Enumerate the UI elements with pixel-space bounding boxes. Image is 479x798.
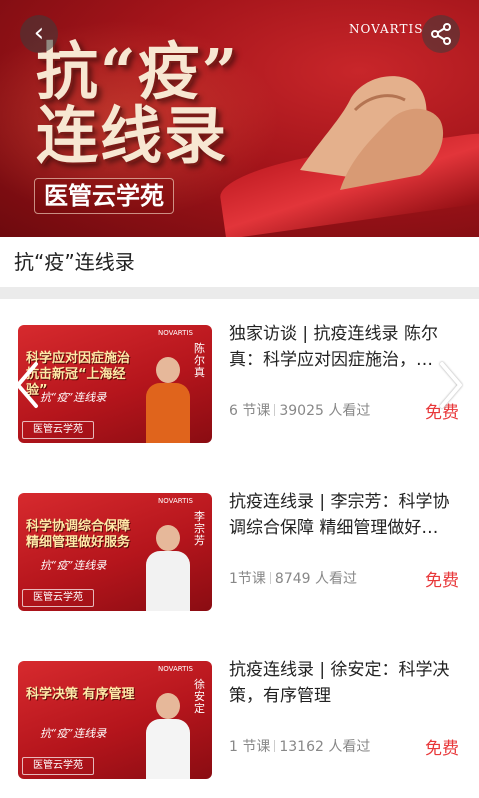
thumb-speaker-name: 徐安定 [194,678,205,715]
course-meta: 6 节课 39025 人看过 [229,400,370,420]
thumb-sponsor-logo: NOVARTIS [158,665,193,673]
banner-title-line1: 抗“疫” [36,35,240,108]
price-label: 免费 [425,739,459,759]
course-meta: 1节课 8749 人看过 [229,568,357,588]
series-title: 抗“疫”连线录 [0,237,479,287]
thumb-brand: 医管云学苑 [22,421,94,439]
chevron-right-icon [440,362,462,408]
course-series-page: 抗“疫” 连线录 医管云学苑 NOVARTIS ‹ 抗“疫”连线录 NOVART… [0,0,479,798]
share-button[interactable] [422,15,460,53]
banner-title: 抗“疫” 连线录 [36,40,239,168]
thumb-headline: 科学决策 有序管理 [26,687,135,702]
speaker-photo [146,349,190,443]
share-icon [431,23,451,45]
speaker-photo [146,685,190,779]
course-thumbnail[interactable]: NOVARTIS 科学协调综合保障 精细管理做好服务 抗“疫”连线录 医管云学苑… [18,493,212,611]
banner-title-line2: 连线录 [36,99,229,172]
thumb-brand: 医管云学苑 [22,757,94,775]
thumb-speaker-name: 李宗芳 [194,510,205,547]
banner-brand: 医管云学苑 [34,178,174,214]
thumb-sponsor-logo: NOVARTIS [158,497,193,505]
course-item[interactable]: NOVARTIS 科学应对因症施治 抗击新冠“上海经验” 抗“疫”连线录 医管云… [0,299,479,467]
thumb-headline: 科学协调综合保障 精细管理做好服务 [26,519,131,550]
course-title[interactable]: 抗疫连线录 | 徐安定：科学决策，有序管理 [229,657,465,711]
thumb-speaker-name: 陈尔真 [194,342,205,379]
course-meta: 1 节课 13162 人看过 [229,736,370,756]
sponsor-logo: NOVARTIS [349,22,424,36]
thumb-brand: 医管云学苑 [22,589,94,607]
series-banner: 抗“疫” 连线录 医管云学苑 NOVARTIS [0,0,479,237]
view-count: 13162 人看过 [279,739,371,755]
section-divider [0,287,479,299]
course-title[interactable]: 独家访谈 | 抗疫连线录 陈尔真：科学应对因症施治，… [229,321,465,375]
chevron-left-icon: ‹ [33,18,45,48]
lesson-count: 1 节课 [229,739,271,755]
thumb-series: 抗“疫”连线录 [40,559,107,572]
view-count: 8749 人看过 [274,571,358,587]
thumb-series: 抗“疫”连线录 [40,391,107,404]
handshake-illustration [300,76,444,190]
price-label: 免费 [425,571,459,591]
lesson-count: 1节课 [229,571,266,587]
chevron-left-icon [16,362,38,408]
course-thumbnail[interactable]: NOVARTIS 科学决策 有序管理 抗“疫”连线录 医管云学苑 徐安定 [18,661,212,779]
thumb-sponsor-logo: NOVARTIS [158,329,193,337]
course-title[interactable]: 抗疫连线录 | 李宗芳：科学协调综合保障 精细管理做好… [229,489,465,543]
course-thumbnail[interactable]: NOVARTIS 科学应对因症施治 抗击新冠“上海经验” 抗“疫”连线录 医管云… [18,325,212,443]
speaker-photo [146,517,190,611]
carousel-next-button[interactable] [436,360,466,410]
thumb-series: 抗“疫”连线录 [40,727,107,740]
carousel-prev-button[interactable] [12,360,42,410]
course-item[interactable]: NOVARTIS 科学决策 有序管理 抗“疫”连线录 医管云学苑 徐安定 抗疫连… [0,635,479,798]
view-count: 39025 人看过 [279,403,371,419]
course-item[interactable]: NOVARTIS 科学协调综合保障 精细管理做好服务 抗“疫”连线录 医管云学苑… [0,467,479,635]
lesson-count: 6 节课 [229,403,271,419]
back-button[interactable]: ‹ [20,15,58,53]
